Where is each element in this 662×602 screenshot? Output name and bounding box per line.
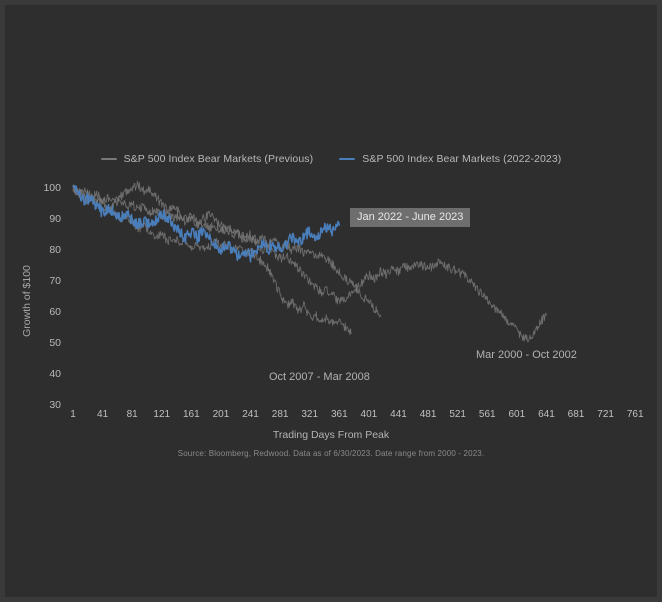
plot-area: 30 40 50 60 70 80 90 100 1 41 81 121 161 201 241 281 32… xyxy=(5,5,657,597)
x-tick-label: 441 xyxy=(390,409,407,420)
y-tick-label: 30 xyxy=(49,399,61,411)
x-tick-label: 601 xyxy=(508,409,526,420)
y-axis-title: Growth of $100 xyxy=(20,265,33,337)
chart-panel: S&P 500 Index Bear Markets (Previous) S&P… xyxy=(5,5,657,597)
x-tick-label: 41 xyxy=(97,409,109,420)
x-tick-label: 81 xyxy=(126,409,138,420)
y-tick-label: 90 xyxy=(49,213,61,225)
series-line xyxy=(72,186,382,318)
window-frame: S&P 500 Index Bear Markets (Previous) S&P… xyxy=(0,0,662,602)
x-tick-label: 201 xyxy=(212,409,230,420)
x-tick-label: 561 xyxy=(478,409,496,420)
x-tick-label: 761 xyxy=(626,409,644,420)
y-tick-label: 40 xyxy=(49,368,61,380)
x-tick-label: 241 xyxy=(242,409,259,420)
x-tick-label: 321 xyxy=(301,409,319,420)
x-tick-label: 681 xyxy=(567,409,585,420)
x-tick-label: 641 xyxy=(538,409,555,420)
annotation-label: Mar 2000 - Oct 2002 xyxy=(476,349,577,361)
series-line xyxy=(72,184,352,336)
x-tick-label: 361 xyxy=(330,409,348,420)
x-tick-label: 121 xyxy=(153,409,171,420)
x-tick-label: 161 xyxy=(183,409,200,420)
y-tick-label: 60 xyxy=(49,306,61,318)
x-tick-label: 401 xyxy=(360,409,378,420)
y-tick-label: 50 xyxy=(49,337,61,349)
series-canvas xyxy=(72,180,547,343)
x-tick-label: 281 xyxy=(271,409,289,420)
x-tick-label: 481 xyxy=(419,409,437,420)
x-tick-label: 1 xyxy=(70,409,76,420)
x-tick-label: 721 xyxy=(597,409,614,420)
annotation-highlighted: Jan 2022 - June 2023 xyxy=(350,208,471,227)
x-axis-title: Trading Days From Peak xyxy=(272,429,390,441)
bear-market-comparison-chart: S&P 500 Index Bear Markets (Previous) S&P… xyxy=(5,5,657,597)
y-tick-label: 80 xyxy=(49,244,61,256)
annotation-label: Oct 2007 - Mar 2008 xyxy=(269,371,370,383)
y-tick-label: 70 xyxy=(49,275,61,287)
source-note: Source: Bloomberg, Redwood. Data as of 6… xyxy=(177,449,485,458)
x-tick-label: 521 xyxy=(449,409,466,420)
y-tick-label: 100 xyxy=(43,182,61,194)
